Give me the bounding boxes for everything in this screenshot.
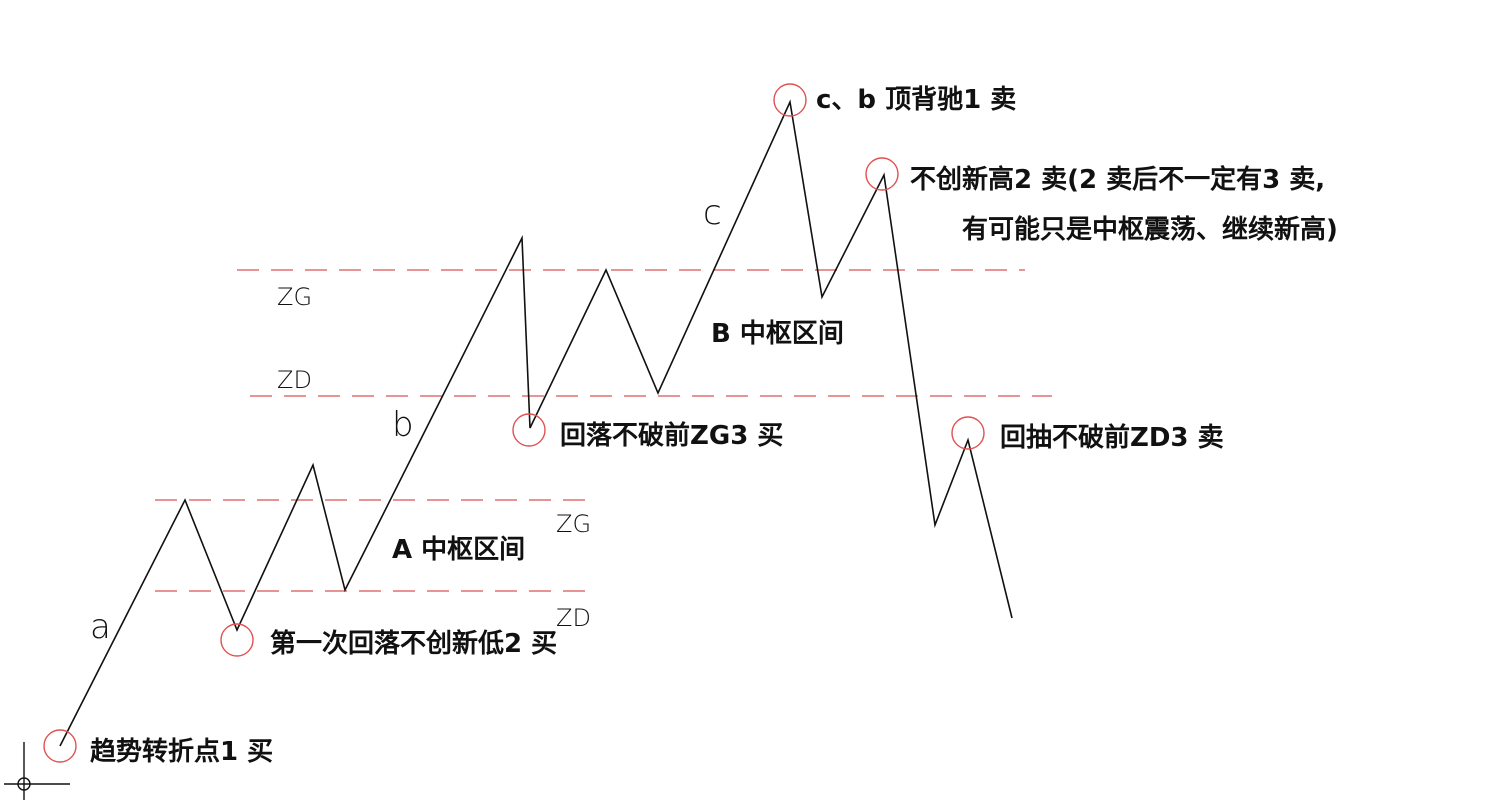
zone-a-zd-label: ZD bbox=[556, 604, 591, 632]
chan-theory-diagram: ZG ZD ZG ZD A 中枢区间 B 中枢区间 a b c 趋势转折点1 买… bbox=[0, 0, 1488, 804]
sell2-label-line1: 不创新高2 卖(2 卖后不一定有3 卖, bbox=[910, 164, 1325, 195]
segment-a-label: a bbox=[90, 607, 111, 647]
zone-b-name: B 中枢区间 bbox=[711, 319, 844, 349]
sell2-marker-circle bbox=[865, 157, 899, 191]
sell3-marker-circle bbox=[951, 416, 985, 450]
buy2-label: 第一次回落不创新低2 买 bbox=[270, 628, 557, 659]
zone-a-name: A 中枢区间 bbox=[392, 535, 525, 565]
segment-c-label: c bbox=[703, 193, 722, 233]
sell3-label: 回抽不破前ZD3 卖 bbox=[1000, 422, 1224, 453]
zone-a-zg-label: ZG bbox=[556, 510, 591, 538]
buy1-label: 趋势转折点1 买 bbox=[90, 736, 273, 767]
zone-b-zg-label: ZG bbox=[277, 283, 312, 311]
segment-b-label: b bbox=[392, 405, 414, 445]
sell2-label-line2: 有可能只是中枢震荡、继续新高) bbox=[962, 214, 1338, 245]
diagram-svg: ZG ZD ZG ZD A 中枢区间 B 中枢区间 a b c 趋势转折点1 买… bbox=[4, 83, 1338, 800]
crosshair-icon bbox=[4, 742, 70, 800]
zone-b-zd-label: ZD bbox=[277, 366, 312, 394]
sell1-label: c、b 顶背驰1 卖 bbox=[816, 85, 1016, 115]
sell1-marker-circle bbox=[773, 83, 807, 117]
buy3-label: 回落不破前ZG3 买 bbox=[560, 420, 783, 451]
